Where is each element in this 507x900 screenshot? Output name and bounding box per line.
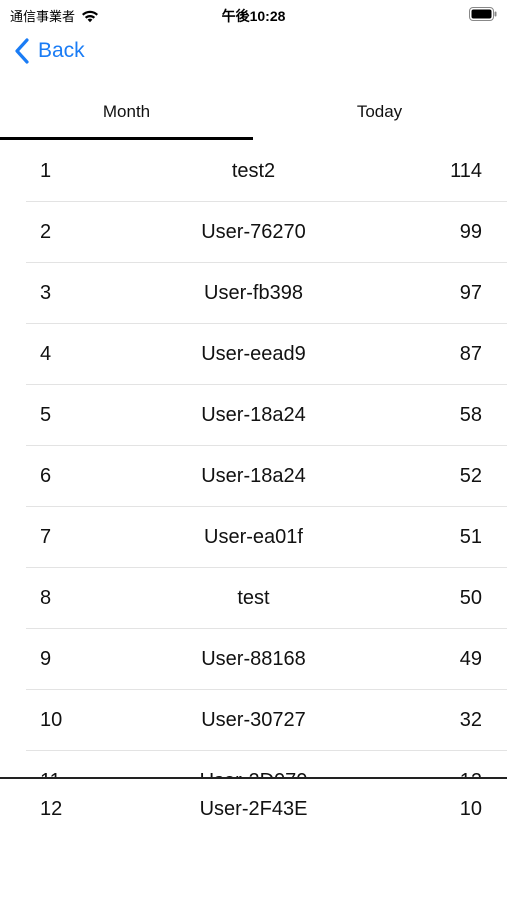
user-name: User-18a24	[201, 465, 306, 487]
table-row: 8 test 50	[0, 568, 507, 629]
user-name: User-76270	[201, 221, 306, 243]
tab-month[interactable]: Month	[0, 84, 253, 140]
status-bar: 通信事業者 午後10:28	[0, 0, 507, 30]
table-row: 11 User-2D070 12	[0, 751, 507, 777]
ranking-list[interactable]: 1 test2 114 2 User-76270 99 3 User-fb398…	[0, 141, 507, 777]
score-value: 97	[459, 282, 482, 304]
period-tabs: Month Today	[0, 84, 507, 140]
tab-today-label: Today	[356, 102, 403, 121]
status-time: 午後10:28	[221, 8, 286, 24]
user-name: User-fb398	[204, 282, 303, 304]
score-value: 12	[460, 751, 482, 777]
score-value: 114	[450, 160, 482, 182]
user-name: test	[237, 587, 270, 609]
user-name: test2	[231, 160, 276, 182]
tab-today[interactable]: Today	[253, 84, 506, 140]
leaderboard-screen: 通信事業者 午後10:28 Back Month Today 1 test2 1…	[0, 0, 507, 900]
back-button-label: Back	[38, 39, 85, 62]
table-row: 1 test2 114	[0, 141, 507, 202]
table-row: 10 User-30727 32	[0, 690, 507, 751]
score-value: 51	[459, 526, 482, 548]
chevron-left-icon	[15, 38, 29, 64]
score-value: 10	[459, 798, 482, 820]
back-button[interactable]: Back	[14, 38, 85, 64]
user-name: User-eead9	[201, 343, 306, 365]
score-value: 52	[459, 465, 482, 487]
table-row: 3 User-fb398 97	[0, 263, 507, 324]
score-value: 50	[459, 587, 482, 609]
table-row: 7 User-ea01f 51	[0, 507, 507, 568]
user-name: User-2D070	[0, 751, 507, 777]
score-value: 32	[459, 709, 482, 731]
battery-icon	[469, 7, 497, 21]
user-name: User-18a24	[201, 404, 306, 426]
table-row: 5 User-18a24 58	[0, 385, 507, 446]
user-name: User-2F43E	[199, 798, 308, 820]
table-row: 6 User-18a24 52	[0, 446, 507, 507]
table-row: 4 User-eead9 87	[0, 324, 507, 385]
navigation-bar: Back	[0, 34, 507, 74]
my-rank-row: 12 User-2F43E 10	[0, 779, 507, 840]
user-name: User-88168	[201, 648, 306, 670]
score-value: 49	[459, 648, 482, 670]
score-value: 58	[459, 404, 482, 426]
table-row: 9 User-88168 49	[0, 629, 507, 690]
user-name: User-30727	[201, 709, 306, 731]
table-row: 2 User-76270 99	[0, 202, 507, 263]
user-name: User-ea01f	[204, 526, 303, 548]
tab-month-label: Month	[102, 102, 151, 121]
score-value: 87	[459, 343, 482, 365]
score-value: 99	[459, 221, 482, 243]
